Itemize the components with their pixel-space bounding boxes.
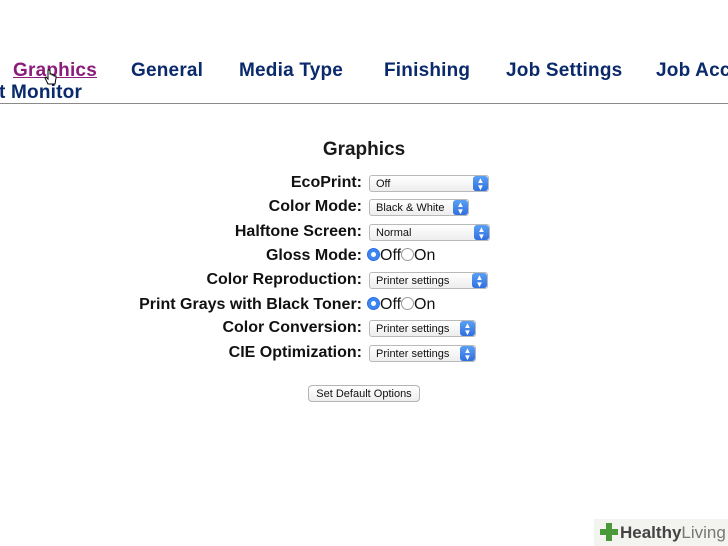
color-reproduction-row: Color Reproduction: Printer settings ▲ ▼: [0, 270, 728, 292]
color-mode-value: Black & White: [376, 202, 445, 214]
print-grays-off-label: Off: [380, 296, 402, 313]
watermark: HealthyLiving: [594, 519, 728, 546]
chevron-updown-icon: ▲ ▼: [472, 273, 487, 289]
page-title: Graphics: [322, 139, 406, 160]
cie-optimization-select[interactable]: Printer settings ▲ ▼: [369, 345, 476, 362]
tab-job-settings[interactable]: Job Settings: [506, 60, 622, 82]
tab-finishing[interactable]: Finishing: [384, 60, 470, 82]
gloss-mode-off-label: Off: [380, 247, 402, 264]
chevron-updown-icon: ▲ ▼: [460, 321, 475, 337]
hand-cursor-icon: [44, 69, 57, 85]
ecoprint-select[interactable]: Off ▲ ▼: [369, 175, 489, 192]
color-reproduction-label: Color Reproduction:: [206, 271, 362, 288]
cie-optimization-label: CIE Optimization:: [228, 344, 362, 361]
tab-bar: Graphics General Media Type Finishing Jo…: [0, 0, 728, 104]
gloss-mode-radio-group: Off On: [367, 246, 435, 266]
chevron-updown-icon: ▲ ▼: [453, 200, 468, 216]
color-conversion-row: Color Conversion: Printer settings ▲ ▼: [0, 318, 728, 340]
halftone-screen-label: Halftone Screen:: [234, 223, 362, 240]
halftone-screen-value: Normal: [376, 227, 412, 239]
print-grays-on-radio[interactable]: [401, 297, 415, 310]
chevron-updown-icon: ▲ ▼: [473, 176, 488, 192]
ecoprint-label: EcoPrint:: [290, 174, 362, 191]
tab-media-type[interactable]: Media Type: [239, 60, 343, 82]
nav-divider: [0, 103, 728, 104]
ecoprint-value: Off: [376, 178, 391, 190]
color-conversion-select[interactable]: Printer settings ▲ ▼: [369, 320, 476, 337]
print-grays-off-radio[interactable]: [367, 297, 380, 310]
gloss-mode-row: Gloss Mode: Off On: [0, 246, 728, 268]
color-mode-row: Color Mode: Black & White ▲ ▼: [0, 197, 728, 219]
print-grays-label: Print Grays with Black Toner:: [139, 296, 362, 313]
set-default-options-button[interactable]: Set Default Options: [308, 385, 420, 402]
watermark-brand: Healthy: [620, 523, 682, 542]
watermark-suffix: Living: [681, 523, 726, 542]
gloss-mode-on-label: On: [414, 247, 436, 264]
halftone-screen-row: Halftone Screen: Normal ▲ ▼: [0, 222, 728, 244]
ecoprint-row: EcoPrint: Off ▲ ▼: [0, 173, 728, 195]
print-grays-radio-group: Off On: [367, 295, 435, 315]
halftone-screen-select[interactable]: Normal ▲ ▼: [369, 224, 490, 241]
tab-job-accounting[interactable]: Job Acc: [656, 60, 728, 82]
gloss-mode-label: Gloss Mode:: [265, 247, 362, 264]
color-reproduction-select[interactable]: Printer settings ▲ ▼: [369, 272, 488, 289]
print-grays-row: Print Grays with Black Toner: Off On: [0, 295, 728, 317]
color-reproduction-value: Printer settings: [376, 275, 450, 287]
color-conversion-value: Printer settings: [376, 323, 450, 335]
cie-optimization-value: Printer settings: [376, 348, 450, 360]
gloss-mode-on-radio[interactable]: [401, 248, 415, 261]
print-grays-on-label: On: [414, 296, 436, 313]
chevron-updown-icon: ▲ ▼: [460, 346, 475, 362]
color-conversion-label: Color Conversion:: [222, 319, 362, 336]
color-mode-label: Color Mode:: [268, 198, 362, 215]
tab-status-monitor[interactable]: t Monitor: [0, 82, 82, 104]
color-mode-select[interactable]: Black & White ▲ ▼: [369, 199, 469, 216]
plus-cross-icon: [600, 523, 618, 541]
gloss-mode-off-radio[interactable]: [367, 248, 380, 261]
cie-optimization-row: CIE Optimization: Printer settings ▲ ▼: [0, 343, 728, 365]
chevron-updown-icon: ▲ ▼: [474, 225, 489, 241]
tab-general[interactable]: General: [131, 60, 203, 82]
